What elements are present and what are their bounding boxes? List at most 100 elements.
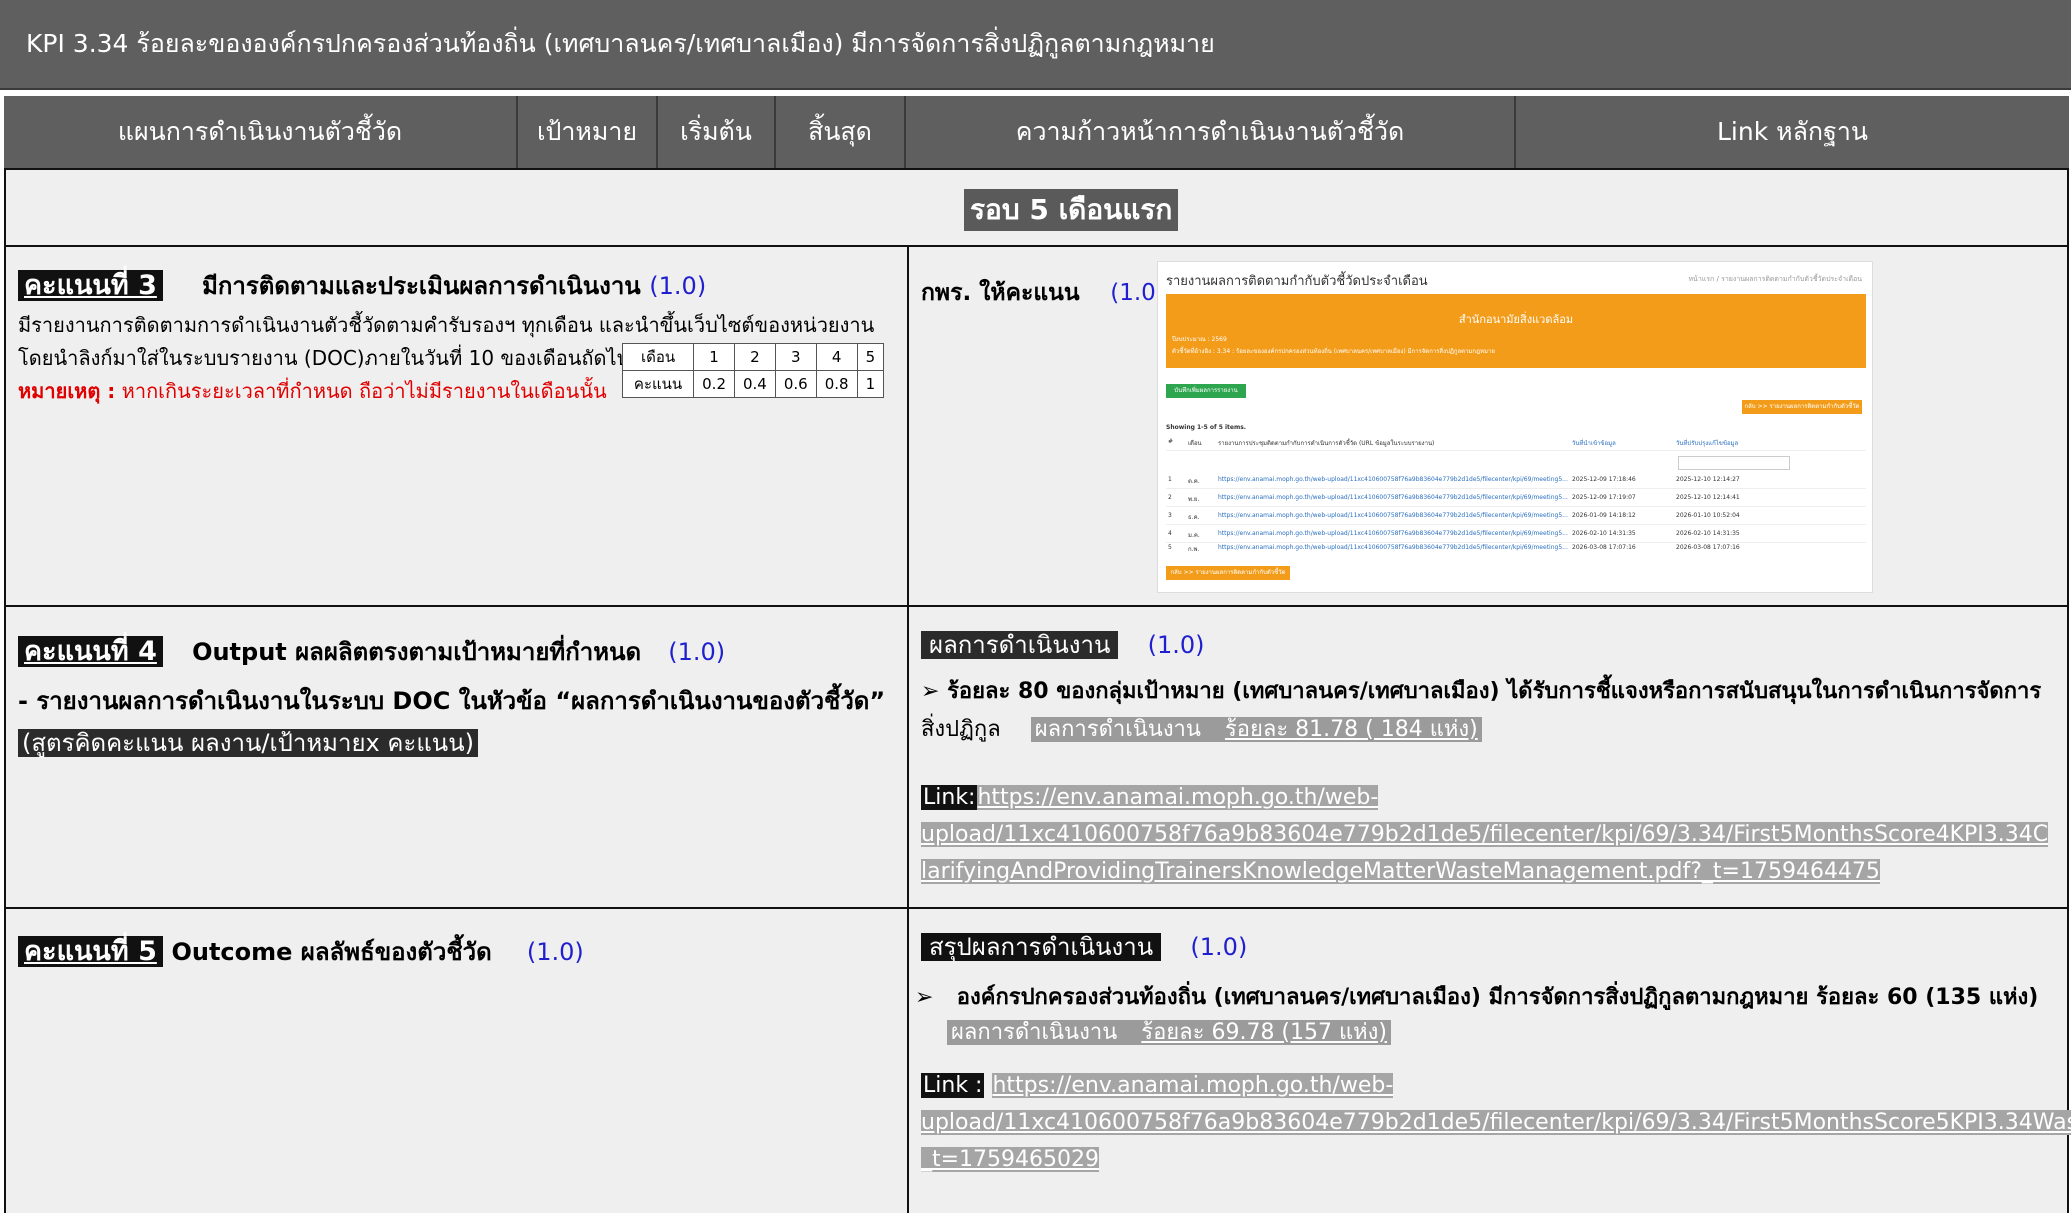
table-cell: 0.2 (693, 370, 735, 398)
table-cell: 1 (856, 370, 885, 398)
summary5-link-label: Link : (921, 1073, 985, 1098)
score3-note-label: หมายเหตุ : (18, 379, 116, 403)
shot-org-name: สำนักอนามัยสิ่งแวดล้อม (1458, 313, 1574, 326)
shot-cell: 2026-02-10 14:31:35 (1572, 530, 1636, 537)
table-row-5: 5 ก.พ. https://env.anamai.moph.go.th/web… (1166, 538, 1866, 553)
score3-title: คะแนนที่ 3 มีการติดตามและประเมินผลการดำเ… (18, 263, 706, 306)
shot-col: เดือน (1188, 440, 1202, 447)
summary5-badge: สรุปผลการดำเนินงาน (921, 933, 1162, 961)
gpr-cell: กพร. ให้คะแนน (1.0) รายงานผลการติดตามกำก… (907, 245, 2069, 607)
summary5-link-line3[interactable]: _t=1759465029 (921, 1147, 1100, 1172)
shot-cell: 2026-01-09 14:18:12 (1572, 512, 1636, 519)
score4-badge: คะแนนที่ 4 (18, 636, 163, 667)
shot-col: # (1168, 438, 1174, 445)
score3-note-text: หากเกินระยะเวลาที่กำหนด ถือว่าไม่มีรายงา… (121, 379, 607, 403)
result4-result-value: ร้อยละ 81.78 ( 184 แห่ง) (1224, 717, 1478, 742)
shot-cell: 2 (1168, 494, 1172, 501)
summary5-result-wrap: ผลการดำเนินงาน ร้อยละ 69.78 (157 แห่ง) (947, 1015, 1392, 1051)
gpr-heading: กพร. ให้คะแนน (1.0) (921, 275, 1165, 311)
shot-cell: พ.ย. (1188, 496, 1200, 503)
score5-heading: Outcome ผลลัพธ์ของตัวชี้วัด (171, 938, 492, 966)
shot-cell: 2026-03-08 17:07:16 (1572, 544, 1636, 551)
table-row: คะแนน 0.2 0.4 0.6 0.8 1 (621, 370, 885, 398)
shot-link[interactable]: https://env.anamai.moph.go.th/web-upload… (1218, 476, 1568, 483)
shot-cell: 4 (1168, 530, 1172, 537)
table-cell: คะแนน (621, 370, 695, 398)
title-bar: KPI 3.34 ร้อยละขององค์กรปกครองส่วนท้องถิ… (0, 0, 2071, 90)
summary5-result: ผลการดำเนินงาน ร้อยละ 69.78 (157 แห่ง) (947, 1020, 1392, 1045)
summary5-result-value: ร้อยละ 69.78 (157 แห่ง) (1141, 1020, 1388, 1045)
shot-col: รายงานการประชุมติดตามกำกับการดำเนินการตั… (1218, 440, 1435, 447)
table-row: 1 ต.ค. https://env.anamai.moph.go.th/web… (1166, 474, 1866, 489)
shot-cell: 2026-01-10 10:52:04 (1676, 512, 1740, 519)
shot-cell: 1 (1168, 476, 1172, 483)
result4-title: ผลการดำเนินงาน (1.0) (921, 625, 1205, 665)
shot-table-header: # เดือน รายงานการประชุมติดตามกำกับการดำเ… (1166, 436, 1866, 451)
round-label: รอบ 5 เดือนแรก (964, 189, 1179, 231)
score4-formula: (สูตรคิดคะแนน ผลงาน/เป้าหมายx คะแนน) (18, 729, 478, 757)
header-target: เป้าหมาย (518, 96, 658, 168)
shot-cell: ก.พ. (1188, 546, 1200, 553)
shot-col: วันที่นำเข้าข้อมูล (1572, 440, 1616, 447)
summary5-score: (1.0) (1190, 933, 1248, 961)
score3-heading: มีการติดตามและประเมินผลการดำเนินงาน (202, 272, 641, 300)
shot-back-button-bottom[interactable]: กลับ >> รายงานผลการติดตามกำกับตัวชี้วัด (1166, 566, 1290, 580)
kpi-report-page: KPI 3.34 ร้อยละขององค์กรปกครองส่วนท้องถิ… (0, 0, 2071, 1213)
shot-link[interactable]: https://env.anamai.moph.go.th/web-upload… (1218, 530, 1568, 537)
score5-cell: คะแนนที่ 5 Outcome ผลลัพธ์ของตัวชี้วัด (… (4, 907, 909, 1213)
summary5-link-line1[interactable]: https://env.anamai.moph.go.th/web- (992, 1073, 1394, 1098)
summary5-result-label: ผลการดำเนินงาน (951, 1020, 1118, 1045)
round-band: รอบ 5 เดือนแรก (4, 168, 2069, 247)
shot-link[interactable]: https://env.anamai.moph.go.th/web-upload… (1218, 512, 1568, 519)
summary5-cell: สรุปผลการดำเนินงาน (1.0) ➢ องค์กรปกครองส… (907, 907, 2071, 1213)
score3-month-table: เดือน 1 2 3 4 5 คะแนน 0.2 0.4 0.6 0.8 1 (621, 343, 885, 398)
shot-kpi-ref: ตัวชี้วัดที่อ้างอิง : 3.34 : ร้อยละขององ… (1172, 348, 1495, 355)
table-cell: 0.4 (734, 370, 776, 398)
score4-score: (1.0) (668, 638, 726, 666)
summary5-link-block: Link : https://env.anamai.moph.go.th/web-… (921, 1067, 2071, 1178)
table-row: 2 พ.ย. https://env.anamai.moph.go.th/web… (1166, 492, 1866, 507)
table-cell: 5 (856, 343, 885, 371)
shot-cell: 2025-12-09 17:19:07 (1572, 494, 1636, 501)
shot-org-banner: สำนักอนามัยสิ่งแวดล้อม ปีงบประมาณ : 2569… (1166, 294, 1866, 368)
shot-add-button[interactable]: บันทึกเพิ่มผลการรายงาน (1166, 384, 1246, 398)
result4-cell: ผลการดำเนินงาน (1.0) ➢ ร้อยละ 80 ของกลุ่… (907, 605, 2069, 909)
result4-bullet-line2: สิ่งปฏิกูล (921, 717, 1001, 742)
shot-cell: 2025-12-10 12:14:41 (1676, 494, 1740, 501)
shot-back-button[interactable]: กลับ >> รายงานผลการติดตามกำกับตัวชี้วัด (1742, 400, 1862, 414)
shot-link[interactable]: https://env.anamai.moph.go.th/web-upload… (1218, 544, 1568, 551)
score4-line1: - รายงานผลการดำเนินงานในระบบ DOC ในหัวข้… (18, 687, 886, 715)
result4-link-line2[interactable]: upload/11xc410600758f76a9b83604e779b2d1d… (921, 822, 2049, 847)
result4-badge: ผลการดำเนินงาน (921, 631, 1119, 659)
summary5-bullet: องค์กรปกครองส่วนท้องถิ่น (เทศบาลนคร/เทศบ… (956, 985, 2039, 1010)
result4-link-line3[interactable]: larifyingAndProvidingTrainersKnowledgeMa… (921, 859, 1880, 884)
header-progress: ความก้าวหน้าการดำเนินงานตัวชี้วัด (906, 96, 1516, 168)
shot-filter-input[interactable] (1678, 456, 1790, 470)
table-cell: 0.6 (774, 370, 817, 398)
result4-link-line1[interactable]: https://env.anamai.moph.go.th/web- (977, 785, 1379, 810)
summary5-link-line2[interactable]: upload/11xc410600758f76a9b83604e779b2d1d… (921, 1110, 2071, 1135)
shot-col: วันที่ปรับปรุงแก้ไขข้อมูล (1676, 440, 1739, 447)
shot-showing: Showing 1-5 of 5 items. (1166, 424, 1247, 431)
score4-heading: Output ผลผลิตตรงตามเป้าหมายที่กำหนด (192, 638, 642, 666)
result4-bullet-line2-wrap: สิ่งปฏิกูล ผลการดำเนินงาน ร้อยละ 81.78 (… (921, 711, 1482, 749)
result4-link-block: Link:https://env.anamai.moph.go.th/web- … (921, 779, 2049, 890)
shot-link[interactable]: https://env.anamai.moph.go.th/web-upload… (1218, 494, 1568, 501)
shot-cell: 5 (1168, 544, 1172, 551)
table-cell: 4 (815, 343, 858, 371)
shot-fiscal-year: ปีงบประมาณ : 2569 (1172, 336, 1227, 343)
table-cell: เดือน (621, 343, 695, 371)
summary5-bullet-row: ➢ องค์กรปกครองส่วนท้องถิ่น (เทศบาลนคร/เท… (915, 979, 2038, 1014)
header-plan: แผนการดำเนินงานตัวชี้วัด (4, 96, 518, 168)
shot-cell: ธ.ค. (1188, 514, 1200, 521)
shot-cell: ต.ค. (1188, 478, 1200, 485)
score3-note: หมายเหตุ : หากเกินระยะเวลาที่กำหนด ถือว่… (18, 375, 607, 407)
shot-cell: 3 (1168, 512, 1172, 519)
gpr-label: กพร. ให้คะแนน (921, 280, 1080, 306)
table-cell: 1 (693, 343, 735, 371)
score4-title: คะแนนที่ 4 Output ผลผลิตตรงตามเป้าหมายที… (18, 629, 725, 672)
summary5-bullet-arrow: ➢ (915, 985, 934, 1010)
score3-cell: คะแนนที่ 3 มีการติดตามและประเมินผลการดำเ… (4, 245, 909, 607)
shot-breadcrumb: หน้าแรก / รายงานผลการติดตามกำกับตัวชี้วั… (1688, 275, 1862, 283)
header-end: สิ้นสุด (776, 96, 906, 168)
